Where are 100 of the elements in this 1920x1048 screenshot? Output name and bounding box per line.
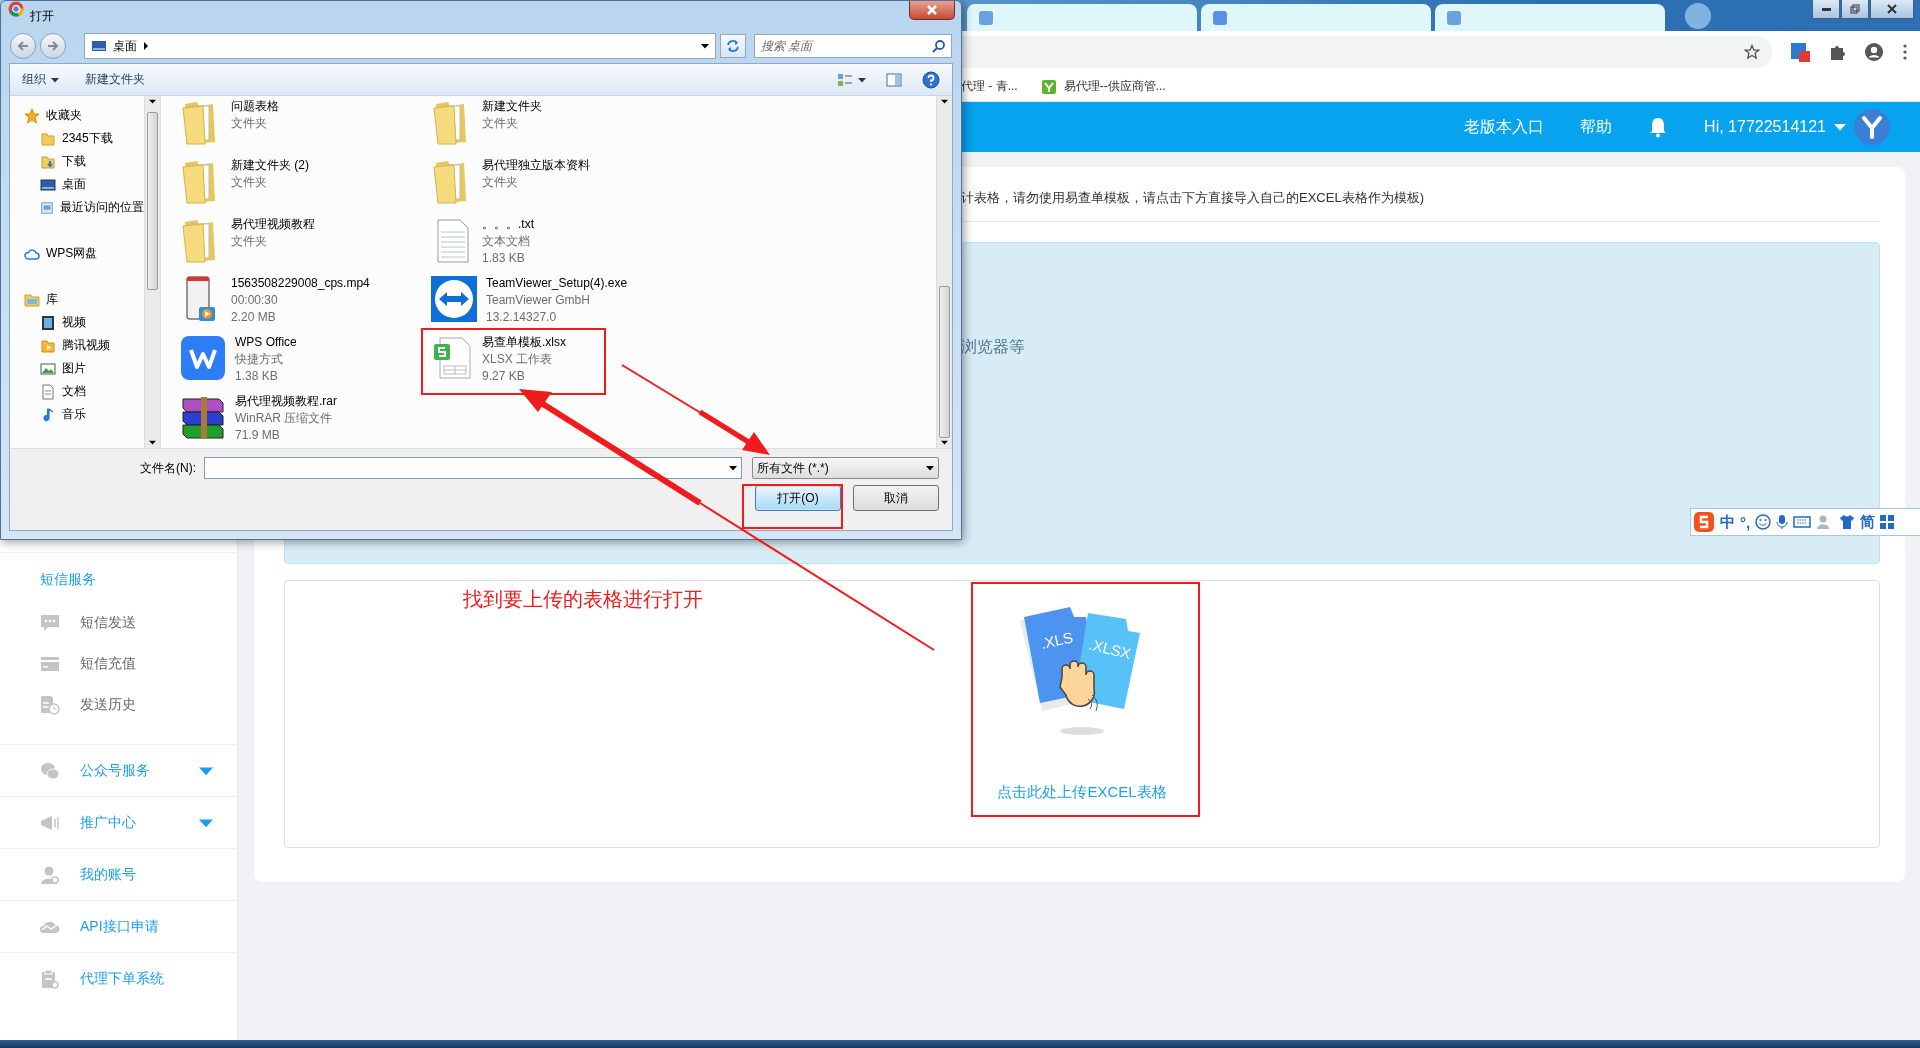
- file-item[interactable]: WPS Office 快捷方式 1.38 KB: [179, 334, 297, 385]
- file-name-field[interactable]: [204, 457, 742, 479]
- film-icon: [40, 314, 56, 331]
- nav-item[interactable]: 图片: [24, 357, 144, 380]
- folder-icon: [40, 130, 56, 147]
- notice-text: 计表格，请勿使用易查单模板，请点击下方直接导入自己的EXCEL表格作为模板): [961, 189, 1424, 207]
- arrow-left-icon: [17, 40, 29, 52]
- file-item[interactable]: 问题表格 文件夹: [179, 98, 279, 146]
- wps-app-icon: [179, 334, 227, 382]
- chat-bubbles-icon: [40, 760, 60, 781]
- chevron-down-icon: [1834, 121, 1846, 133]
- file-item[interactable]: 易代理独立版本资料 文件夹: [430, 157, 590, 205]
- refresh-arrows-icon: [726, 39, 740, 53]
- open-button[interactable]: 打开(O): [755, 485, 841, 511]
- shirt-icon: [1839, 514, 1856, 530]
- scrollbar[interactable]: [144, 96, 160, 448]
- browser-logo-icon: [8, 1, 24, 17]
- account-icon: [1864, 41, 1884, 62]
- browser-tab[interactable]: [967, 4, 1197, 31]
- path-field[interactable]: 桌面: [84, 33, 716, 59]
- close-button[interactable]: [909, 1, 955, 20]
- file-item[interactable]: 易代理视频教程 文件夹: [179, 216, 315, 264]
- file-item[interactable]: TeamViewer_Setup(4).exe TeamViewer GmbH 13.2.14327.0: [430, 275, 628, 326]
- script-toggle[interactable]: 简: [1860, 512, 1876, 532]
- punctuation-toggle[interactable]: °,: [1740, 513, 1751, 531]
- desktop-icon: [40, 176, 56, 193]
- caret-icon: [926, 464, 934, 472]
- new-tab-button[interactable]: [1685, 3, 1711, 29]
- help-icon: [922, 70, 940, 89]
- browser-tab[interactable]: [1201, 4, 1431, 31]
- bookmark[interactable]: 代理 - 青...: [961, 78, 1018, 95]
- document-clock-icon: [40, 694, 60, 715]
- scroll-up-icon: [941, 98, 948, 105]
- nav-item[interactable]: 音乐: [24, 403, 144, 426]
- file-type-label: .XLSX: [1087, 635, 1133, 663]
- sidebar-item[interactable]: 发送历史: [0, 684, 237, 725]
- double-arrow-app-icon: [430, 275, 478, 323]
- sidebar-item[interactable]: 短信充值: [0, 643, 237, 684]
- search-field[interactable]: 搜索 桌面: [754, 34, 952, 58]
- nav-item[interactable]: 最近访问的位置: [24, 196, 144, 219]
- sogou-logo-icon: [1693, 511, 1715, 533]
- file-item[interactable]: 易代理视频教程.rar WinRAR 压缩文件 71.9 MB: [179, 393, 337, 444]
- nav-item[interactable]: 2345下载: [24, 127, 144, 150]
- user-gear-icon: [40, 864, 60, 885]
- caret-icon: [51, 75, 59, 84]
- extension-badge-icon: [1790, 41, 1810, 62]
- refresh-button[interactable]: [720, 34, 746, 58]
- smiley-icon: [1755, 514, 1772, 530]
- file-type-label: .XLS: [1039, 628, 1075, 652]
- music-note-icon: [40, 406, 56, 423]
- file-item[interactable]: 新建文件夹 (2) 文件夹: [179, 157, 309, 205]
- nav-item[interactable]: 文档: [24, 380, 144, 403]
- nav-item[interactable]: 视频: [24, 311, 144, 334]
- file-item[interactable]: 新建文件夹 文件夹: [430, 98, 542, 146]
- caret-icon: [701, 42, 709, 50]
- bell-icon: [1648, 116, 1669, 138]
- folder-icon: [40, 337, 56, 354]
- scroll-up-icon: [149, 98, 156, 105]
- nav-item[interactable]: WPS网盘: [24, 242, 144, 265]
- favicon-icon: [1447, 10, 1461, 25]
- favicon-icon: [979, 10, 993, 25]
- file-item[interactable]: 易查单模板.xlsx XLSX 工作表 9.27 KB: [430, 334, 566, 385]
- recent-places-icon: [40, 199, 54, 216]
- more-menu-icon: [1902, 42, 1908, 61]
- dialog-title: 打开: [30, 8, 54, 25]
- browser-tab[interactable]: [1435, 4, 1665, 31]
- tip-text: 浏览器等: [961, 337, 1026, 357]
- input-mode-toggle[interactable]: 中: [1720, 512, 1735, 532]
- close-icon: [926, 4, 938, 16]
- sidebar-item[interactable]: 短信发送: [0, 602, 237, 643]
- bookmark[interactable]: 易代理--供应商管...: [1041, 78, 1166, 95]
- file-item[interactable]: 。。。.txt 文本文档 1.83 KB: [430, 216, 534, 267]
- download-folder-icon: [40, 153, 56, 170]
- breadcrumb[interactable]: 桌面: [113, 37, 137, 55]
- minimize-icon: [1821, 7, 1831, 11]
- nav-item[interactable]: 收藏夹: [24, 104, 144, 127]
- minimize-button[interactable]: [1812, 0, 1840, 19]
- toolbar-button[interactable]: 新建文件夹: [85, 69, 145, 90]
- close-button[interactable]: [1870, 0, 1914, 19]
- nav-item[interactable]: 库: [24, 288, 144, 311]
- keyboard-icon: [1793, 515, 1812, 529]
- library-folder-icon: [24, 291, 40, 308]
- annotation-note: 找到要上传的表格进行打开: [463, 587, 703, 612]
- nav-item[interactable]: 下载: [24, 150, 144, 173]
- help-button[interactable]: [922, 68, 940, 91]
- back-button[interactable]: [10, 33, 36, 59]
- chat-bubble-icon: [40, 612, 60, 633]
- toolbar-button[interactable]: 组织: [22, 69, 59, 90]
- forward-button[interactable]: [40, 33, 66, 59]
- y-logo-icon: [1860, 115, 1884, 139]
- file-item[interactable]: 1563508229008_cps.mp4 00:00:30 2.20 MB: [179, 275, 370, 326]
- scrollbar[interactable]: [936, 96, 952, 448]
- nav-item[interactable]: 桌面: [24, 173, 144, 196]
- caret-icon: [728, 464, 737, 472]
- avatar[interactable]: [1854, 109, 1890, 145]
- star-icon: [1744, 43, 1760, 60]
- cancel-button[interactable]: 取消: [853, 485, 939, 511]
- file-type-dropdown[interactable]: 所有文件 (*.*): [751, 457, 939, 479]
- restore-button[interactable]: [1841, 0, 1869, 19]
- nav-item[interactable]: 腾讯视频: [24, 334, 144, 357]
